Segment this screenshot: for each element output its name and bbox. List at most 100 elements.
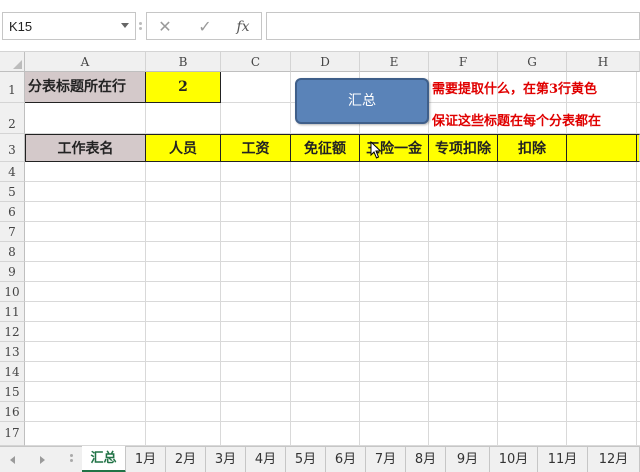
cell-d3[interactable]: 免征额: [291, 134, 360, 162]
grid-cell[interactable]: [221, 242, 291, 262]
grid-cell[interactable]: [25, 202, 146, 222]
grid-cell[interactable]: [567, 382, 637, 402]
row-header[interactable]: 9: [0, 262, 25, 282]
tab-scroll-left-icon[interactable]: [10, 456, 15, 464]
grid-cell[interactable]: [291, 342, 360, 362]
more-tabs-icon[interactable]: [70, 454, 73, 466]
grid-cell[interactable]: [291, 402, 360, 422]
column-header-b[interactable]: B: [146, 52, 221, 72]
grid-cell[interactable]: [498, 302, 567, 322]
grid-cell[interactable]: [498, 262, 567, 282]
tab-scroll-right-icon[interactable]: [40, 456, 45, 464]
row-header[interactable]: 16: [0, 402, 25, 422]
grid-cell[interactable]: [498, 322, 567, 342]
row-header[interactable]: 4: [0, 162, 25, 182]
grid-cell[interactable]: [146, 342, 221, 362]
grid-cell[interactable]: [567, 202, 637, 222]
grid-cell[interactable]: [25, 402, 146, 422]
grid-cell[interactable]: [429, 282, 498, 302]
grid-cell[interactable]: [291, 262, 360, 282]
sheet-tab-1[interactable]: 1月: [126, 447, 166, 472]
row-header[interactable]: 17: [0, 422, 25, 446]
row-header[interactable]: 10: [0, 282, 25, 302]
enter-icon[interactable]: ✓: [193, 17, 217, 37]
grid-cell[interactable]: [360, 422, 429, 446]
grid-cell[interactable]: [221, 103, 291, 134]
grid-cell[interactable]: [291, 382, 360, 402]
grid-cell[interactable]: [498, 282, 567, 302]
cell-b1[interactable]: 2: [146, 72, 221, 103]
grid-cell[interactable]: [221, 422, 291, 446]
grid-cell[interactable]: [498, 202, 567, 222]
grid-cell[interactable]: [221, 402, 291, 422]
grid-cell[interactable]: [146, 103, 221, 134]
grid-cell[interactable]: [498, 402, 567, 422]
grid-cell[interactable]: [567, 242, 637, 262]
grid-cell[interactable]: [25, 322, 146, 342]
grid-cell[interactable]: [498, 162, 567, 182]
grid-cell[interactable]: [429, 322, 498, 342]
grid-cell[interactable]: [429, 242, 498, 262]
grid-cell[interactable]: [146, 262, 221, 282]
grid-cell[interactable]: [291, 322, 360, 342]
grid-cell[interactable]: [221, 322, 291, 342]
grid-cell[interactable]: [429, 382, 498, 402]
formula-input[interactable]: [266, 12, 640, 40]
row-header[interactable]: 14: [0, 362, 25, 382]
grid-cell[interactable]: [221, 202, 291, 222]
row-header[interactable]: 3: [0, 134, 25, 162]
row-header[interactable]: 11: [0, 302, 25, 322]
grid-cell[interactable]: [429, 262, 498, 282]
insert-function-icon[interactable]: fx: [231, 17, 255, 37]
grid-cell[interactable]: [25, 242, 146, 262]
cancel-icon[interactable]: ✕: [153, 17, 177, 37]
grid-cell[interactable]: [291, 202, 360, 222]
grid-cell[interactable]: [567, 402, 637, 422]
sheet-tab-2[interactable]: 2月: [166, 447, 206, 472]
grid-cell[interactable]: [25, 103, 146, 134]
grid-cell[interactable]: [146, 282, 221, 302]
grid-cell[interactable]: [25, 362, 146, 382]
grid-cell[interactable]: [221, 162, 291, 182]
grid-cell[interactable]: [360, 242, 429, 262]
grid-cell[interactable]: [498, 182, 567, 202]
grid-cell[interactable]: [360, 182, 429, 202]
grid-cell[interactable]: [25, 162, 146, 182]
grid-cell[interactable]: [25, 182, 146, 202]
column-header-h[interactable]: H: [567, 52, 640, 72]
grid-cell[interactable]: [567, 182, 637, 202]
grid-cell[interactable]: [25, 222, 146, 242]
column-header-d[interactable]: D: [291, 52, 360, 72]
grid-cell[interactable]: [146, 222, 221, 242]
column-header-a[interactable]: A: [25, 52, 146, 72]
row-header[interactable]: 5: [0, 182, 25, 202]
grid-cell[interactable]: [567, 342, 637, 362]
grid-cell[interactable]: [429, 222, 498, 242]
drag-handle-icon[interactable]: [139, 22, 142, 32]
grid-cell[interactable]: [25, 382, 146, 402]
sheet-tab-5[interactable]: 5月: [286, 447, 326, 472]
grid-cell[interactable]: [146, 382, 221, 402]
grid-cell[interactable]: [221, 342, 291, 362]
grid-cell[interactable]: [146, 162, 221, 182]
row-header[interactable]: 1: [0, 72, 25, 103]
sheet-tab-summary[interactable]: 汇总: [82, 446, 126, 472]
sheet-tab-8[interactable]: 8月: [406, 447, 446, 472]
grid-cell[interactable]: [498, 222, 567, 242]
grid-cell[interactable]: [146, 362, 221, 382]
grid-cell[interactable]: [291, 362, 360, 382]
grid-cell[interactable]: [567, 162, 637, 182]
cell-c3[interactable]: 工资: [221, 134, 291, 162]
grid-cell[interactable]: [221, 72, 291, 103]
grid-cell[interactable]: [25, 342, 146, 362]
grid-cell[interactable]: [221, 382, 291, 402]
cell-a1[interactable]: 分表标题所在行: [25, 72, 146, 103]
grid-cell[interactable]: [25, 422, 146, 446]
grid-cell[interactable]: [360, 162, 429, 182]
grid-cell[interactable]: [429, 342, 498, 362]
grid-cell[interactable]: [429, 402, 498, 422]
grid-cell[interactable]: [221, 282, 291, 302]
column-header-e[interactable]: E: [360, 52, 429, 72]
row-header[interactable]: 12: [0, 322, 25, 342]
grid-cell[interactable]: [291, 222, 360, 242]
